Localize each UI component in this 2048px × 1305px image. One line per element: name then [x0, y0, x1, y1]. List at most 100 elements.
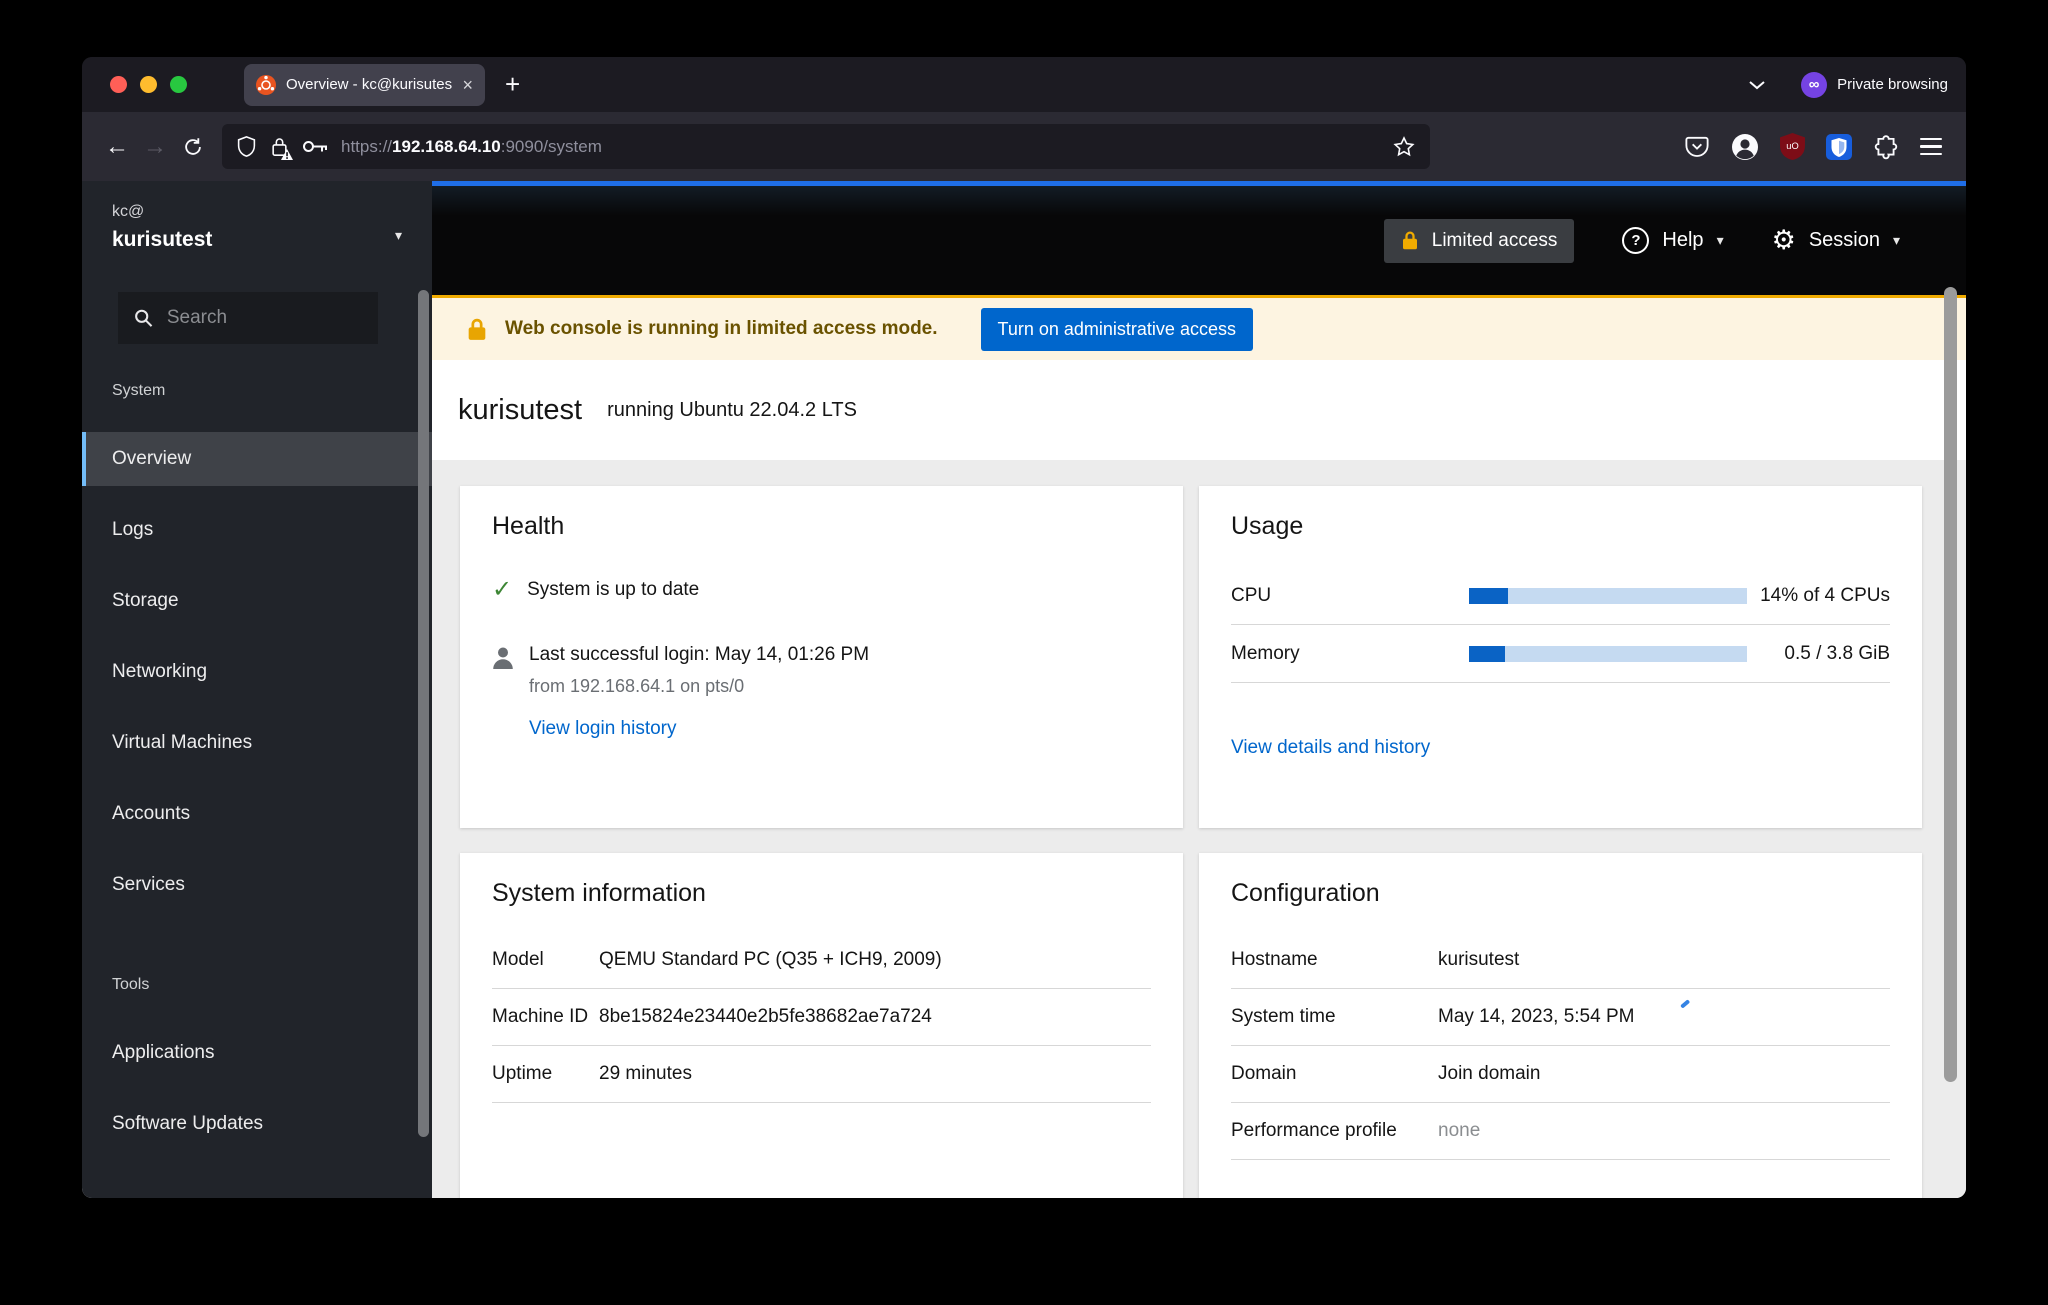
search-icon	[135, 309, 153, 327]
limited-access-button[interactable]: Limited access	[1383, 218, 1575, 263]
sidebar-item-applications[interactable]: Applications	[82, 1026, 432, 1080]
tab-title: Overview - kc@kurisutest	[286, 76, 453, 93]
session-menu[interactable]: ⚙ Session ▾	[1772, 227, 1900, 254]
page-scrollbar[interactable]	[1944, 287, 1957, 1082]
sidebar-item-virtual-machines[interactable]: Virtual Machines	[82, 716, 432, 770]
hostname-value[interactable]: kurisutest	[1438, 949, 1519, 971]
reload-button[interactable]	[174, 129, 212, 165]
pocket-icon[interactable]	[1684, 134, 1710, 160]
cpu-value: 14% of 4 CPUs	[1760, 584, 1890, 606]
zoom-window-button[interactable]	[170, 76, 187, 93]
search-input[interactable]	[166, 307, 362, 329]
lock-icon	[1402, 231, 1417, 250]
check-icon: ✓	[492, 576, 513, 603]
help-label: Help	[1662, 229, 1704, 251]
host-user: kc@	[112, 203, 145, 220]
warning-lock-icon	[468, 318, 486, 340]
masthead: Limited access ? Help ▾ ⚙ Session ▾	[432, 186, 1966, 295]
help-caret-icon: ▾	[1716, 232, 1724, 248]
sidebar-item-software-updates[interactable]: Software Updates	[82, 1097, 432, 1151]
tab-bar-right: ∞ Private browsing	[1747, 71, 1948, 98]
url-text[interactable]: https://192.168.64.10:9090/system	[341, 137, 602, 157]
system-information-rows: Model QEMU Standard PC (Q35 + ICH9, 2009…	[492, 932, 1151, 1103]
sidebar-search[interactable]	[118, 292, 378, 344]
tab-close-icon[interactable]: ×	[462, 76, 473, 94]
back-button[interactable]: ←	[98, 129, 136, 165]
host-caret-icon: ▾	[394, 227, 402, 243]
window-controls	[110, 76, 187, 93]
bitwarden-icon[interactable]	[1826, 133, 1852, 160]
cpu-usage-row: CPU 14% of 4 CPUs	[1231, 567, 1890, 625]
tracking-shield-icon[interactable]	[236, 135, 257, 158]
permissions-key-icon[interactable]	[302, 139, 328, 154]
memory-progress-bar	[1469, 645, 1747, 662]
menu-hamburger-icon[interactable]	[1920, 137, 1942, 156]
domain-row: Domain Join domain	[1231, 1046, 1890, 1103]
sidebar-item-accounts[interactable]: Accounts	[82, 787, 432, 841]
page-header: kurisutest running Ubuntu 22.04.2 LTS	[432, 360, 1966, 460]
cockpit-page: kc@ kurisutest ▾ System Overview Logs St…	[82, 181, 1966, 1198]
model-label: Model	[492, 949, 544, 970]
memory-usage-row: Memory 0.5 / 3.8 GiB	[1231, 625, 1890, 683]
help-icon: ?	[1622, 227, 1650, 254]
sidebar-item-services[interactable]: Services	[82, 858, 432, 912]
up-to-date-text: System is up to date	[527, 578, 700, 600]
model-value: QEMU Standard PC (Q35 + ICH9, 2009)	[599, 949, 942, 970]
system-time-label: System time	[1231, 1006, 1336, 1027]
usage-rows: CPU 14% of 4 CPUs Memory 0.5 / 3.8 GiB	[1231, 567, 1890, 683]
list-tabs-chevron-icon[interactable]	[1747, 79, 1767, 91]
svg-text:uO: uO	[1786, 141, 1798, 151]
view-login-history-link[interactable]: View login history	[529, 718, 677, 740]
sidebar: kc@ kurisutest ▾ System Overview Logs St…	[82, 181, 432, 1198]
host-switcher[interactable]: kc@ kurisutest ▾	[82, 203, 432, 252]
browser-window: Overview - kc@kurisutest × + ∞ Private b…	[82, 57, 1966, 1198]
desktop-background: Overview - kc@kurisutest × + ∞ Private b…	[0, 0, 2048, 1305]
cursor-artifact	[1680, 999, 1691, 1009]
connection-lock-icon[interactable]	[270, 135, 293, 160]
configuration-title: Configuration	[1231, 879, 1380, 907]
sidebar-item-networking[interactable]: Networking	[82, 645, 432, 699]
health-title: Health	[492, 512, 565, 540]
url-host: 192.168.64.10	[392, 136, 501, 156]
forward-button: →	[143, 132, 167, 160]
performance-profile-label: Performance profile	[1231, 1120, 1397, 1141]
close-window-button[interactable]	[110, 76, 127, 93]
ublock-origin-icon[interactable]: uO	[1780, 133, 1805, 160]
extensions-puzzle-icon[interactable]	[1873, 134, 1899, 160]
gear-icon: ⚙	[1771, 225, 1796, 255]
last-login-text: Last successful login: May 14, 01:26 PM	[529, 644, 870, 665]
new-tab-button[interactable]: +	[505, 69, 520, 100]
bookmark-star-icon[interactable]	[1392, 135, 1416, 159]
private-browsing-label: Private browsing	[1837, 76, 1948, 93]
overview-cards: Health ✓ System is up to date Last succe…	[432, 460, 1966, 1198]
url-path: :9090/system	[500, 136, 602, 156]
usage-title: Usage	[1231, 512, 1304, 540]
sidebar-scrollbar[interactable]	[418, 290, 429, 1137]
toolbar-extensions: uO	[1684, 133, 1942, 161]
sidebar-item-overview[interactable]: Overview	[82, 432, 432, 486]
sidebar-nav-tools: Applications Software Updates	[82, 1026, 432, 1151]
private-mask-icon: ∞	[1801, 71, 1828, 98]
active-tab[interactable]: Overview - kc@kurisutest ×	[244, 63, 485, 106]
model-row: Model QEMU Standard PC (Q35 + ICH9, 2009…	[492, 932, 1151, 989]
account-icon[interactable]	[1731, 133, 1759, 161]
hostname-row: Hostname kurisutest	[1231, 932, 1890, 989]
sidebar-item-storage[interactable]: Storage	[82, 574, 432, 628]
turn-on-admin-access-button[interactable]: Turn on administrative access	[980, 307, 1253, 351]
memory-label: Memory	[1231, 642, 1300, 664]
limited-access-banner: Web console is running in limited access…	[432, 295, 1966, 360]
minimize-window-button[interactable]	[140, 76, 157, 93]
limited-access-label: Limited access	[1431, 229, 1558, 251]
uptime-value: 29 minutes	[599, 1063, 692, 1084]
help-menu[interactable]: ? Help ▾	[1622, 227, 1724, 254]
main-area: Limited access ? Help ▾ ⚙ Session ▾ Web …	[432, 181, 1966, 1198]
uptime-label: Uptime	[492, 1063, 553, 1084]
memory-value: 0.5 / 3.8 GiB	[1784, 642, 1890, 664]
sidebar-item-logs[interactable]: Logs	[82, 503, 432, 557]
view-details-history-link[interactable]: View details and history	[1231, 737, 1430, 759]
domain-label: Domain	[1231, 1063, 1297, 1084]
system-time-value[interactable]: May 14, 2023, 5:54 PM	[1438, 1006, 1634, 1028]
join-domain-link[interactable]: Join domain	[1438, 1063, 1540, 1085]
url-bar[interactable]: https://192.168.64.10:9090/system	[222, 124, 1430, 169]
performance-profile-row: Performance profile none	[1231, 1103, 1890, 1160]
